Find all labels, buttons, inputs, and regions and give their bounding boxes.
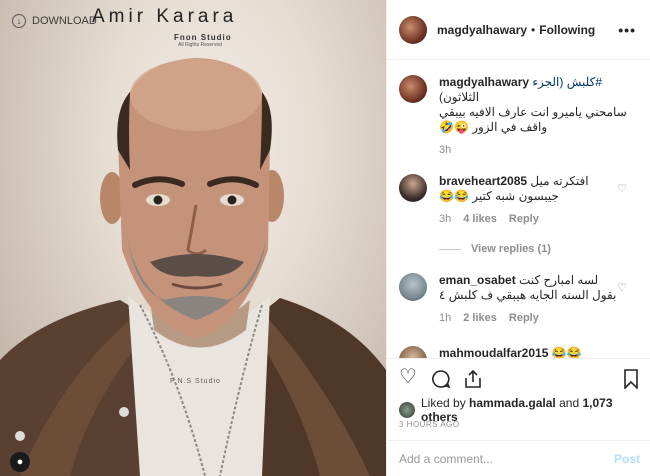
share-icon[interactable] [463, 369, 483, 389]
image-studio-name: Fnon Studio [174, 33, 232, 42]
view-replies-button[interactable]: View replies (1) [439, 243, 551, 255]
caption-hashtag[interactable]: #كلبش (الجزء [532, 75, 602, 89]
comment-username[interactable]: braveheart2085 [439, 174, 527, 188]
comment-text: جيبسون شبه كتير 😂😂 [439, 189, 559, 203]
caption-time[interactable]: 3h [439, 143, 451, 158]
liked-by-prefix: Liked by [421, 396, 466, 410]
like-comment-heart-icon[interactable]: ♡ [617, 281, 627, 294]
image-brand-title: Amir Karara [92, 6, 238, 27]
avatar[interactable] [399, 346, 427, 358]
comment-text: بقول السنه الجايه هيبقي ف كلبش ٤ [439, 288, 617, 302]
image-watermark: F.N.S Studio [170, 378, 221, 385]
reply-button[interactable]: Reply [509, 311, 539, 326]
tagged-users-icon[interactable]: ● [10, 452, 30, 472]
list-item: braveheart2085 افتكرته ميل جيبسون شبه كت… [399, 174, 639, 234]
author-username[interactable]: magdyalhawary [437, 23, 527, 37]
caption-text: الثلاثون) [439, 90, 480, 104]
view-replies-line [439, 248, 461, 250]
caption: magdyalhawary #كلبش (الجزء الثلاثون) سام… [399, 75, 639, 165]
liked-by-user[interactable]: hammada.galal [469, 396, 556, 410]
download-icon: ↓ [12, 14, 26, 28]
reply-button[interactable]: Reply [509, 212, 539, 227]
separator-dot: • [531, 22, 536, 37]
caption-username[interactable]: magdyalhawary [439, 75, 529, 89]
comment-time[interactable]: 1h [439, 311, 451, 326]
post-side-panel: magdyalhawary • Following ••• magdyalhaw… [386, 0, 650, 476]
avatar[interactable] [399, 273, 427, 301]
post-button[interactable]: Post [614, 452, 640, 466]
image-rights-text: All Rights Reserved [178, 42, 222, 48]
download-button[interactable]: ↓ DOWNLOAD [12, 14, 97, 28]
like-heart-icon[interactable]: ♡ [399, 367, 417, 387]
view-replies-label: View replies (1) [471, 243, 551, 255]
comment-likes[interactable]: 2 likes [463, 311, 497, 326]
liked-by-and: and [559, 396, 580, 410]
comment-icon[interactable] [431, 369, 451, 389]
comment-input[interactable]: Add a comment... [399, 452, 493, 466]
more-options-icon[interactable]: ••• [618, 22, 636, 38]
comment-username[interactable]: mahmoudalfar2015 [439, 346, 548, 358]
following-button[interactable]: Following [539, 23, 595, 37]
add-comment-bar: Add a comment... Post [387, 440, 650, 476]
comment-text: 😂😂 [551, 346, 582, 358]
bookmark-icon[interactable] [623, 369, 639, 389]
avatar[interactable] [399, 402, 415, 418]
caption-text: سامحني ياميرو انت عارف الافيه بيبقي [439, 105, 627, 119]
avatar[interactable] [399, 174, 427, 202]
caption-text: واقف في الزور 😜🤣 [439, 120, 548, 134]
avatar[interactable] [399, 15, 427, 44]
download-label: DOWNLOAD [32, 15, 97, 27]
comment-text: افتكرته ميل [530, 174, 589, 188]
comment-likes[interactable]: 4 likes [463, 212, 497, 227]
comment-text: لسه امبارح كنت [519, 273, 599, 287]
comment-username[interactable]: eman_osabet [439, 273, 516, 287]
portrait-illustration [0, 58, 386, 476]
avatar[interactable] [399, 75, 427, 103]
list-item: mahmoudalfar2015 😂😂 [399, 346, 639, 358]
post-header: magdyalhawary • Following ••• [387, 0, 650, 60]
comments-list[interactable]: magdyalhawary #كلبش (الجزء الثلاثون) سام… [387, 61, 650, 358]
list-item: eman_osabet لسه امبارح كنت بقول السنه ال… [399, 273, 639, 333]
action-bar: ♡ [387, 358, 650, 397]
comment-time[interactable]: 3h [439, 212, 451, 227]
post-image[interactable]: ↓ DOWNLOAD Amir Karara Fnon Studio All R… [0, 0, 386, 476]
like-comment-heart-icon[interactable]: ♡ [617, 182, 627, 195]
post-timestamp[interactable]: 3 HOURS AGO [399, 420, 460, 429]
